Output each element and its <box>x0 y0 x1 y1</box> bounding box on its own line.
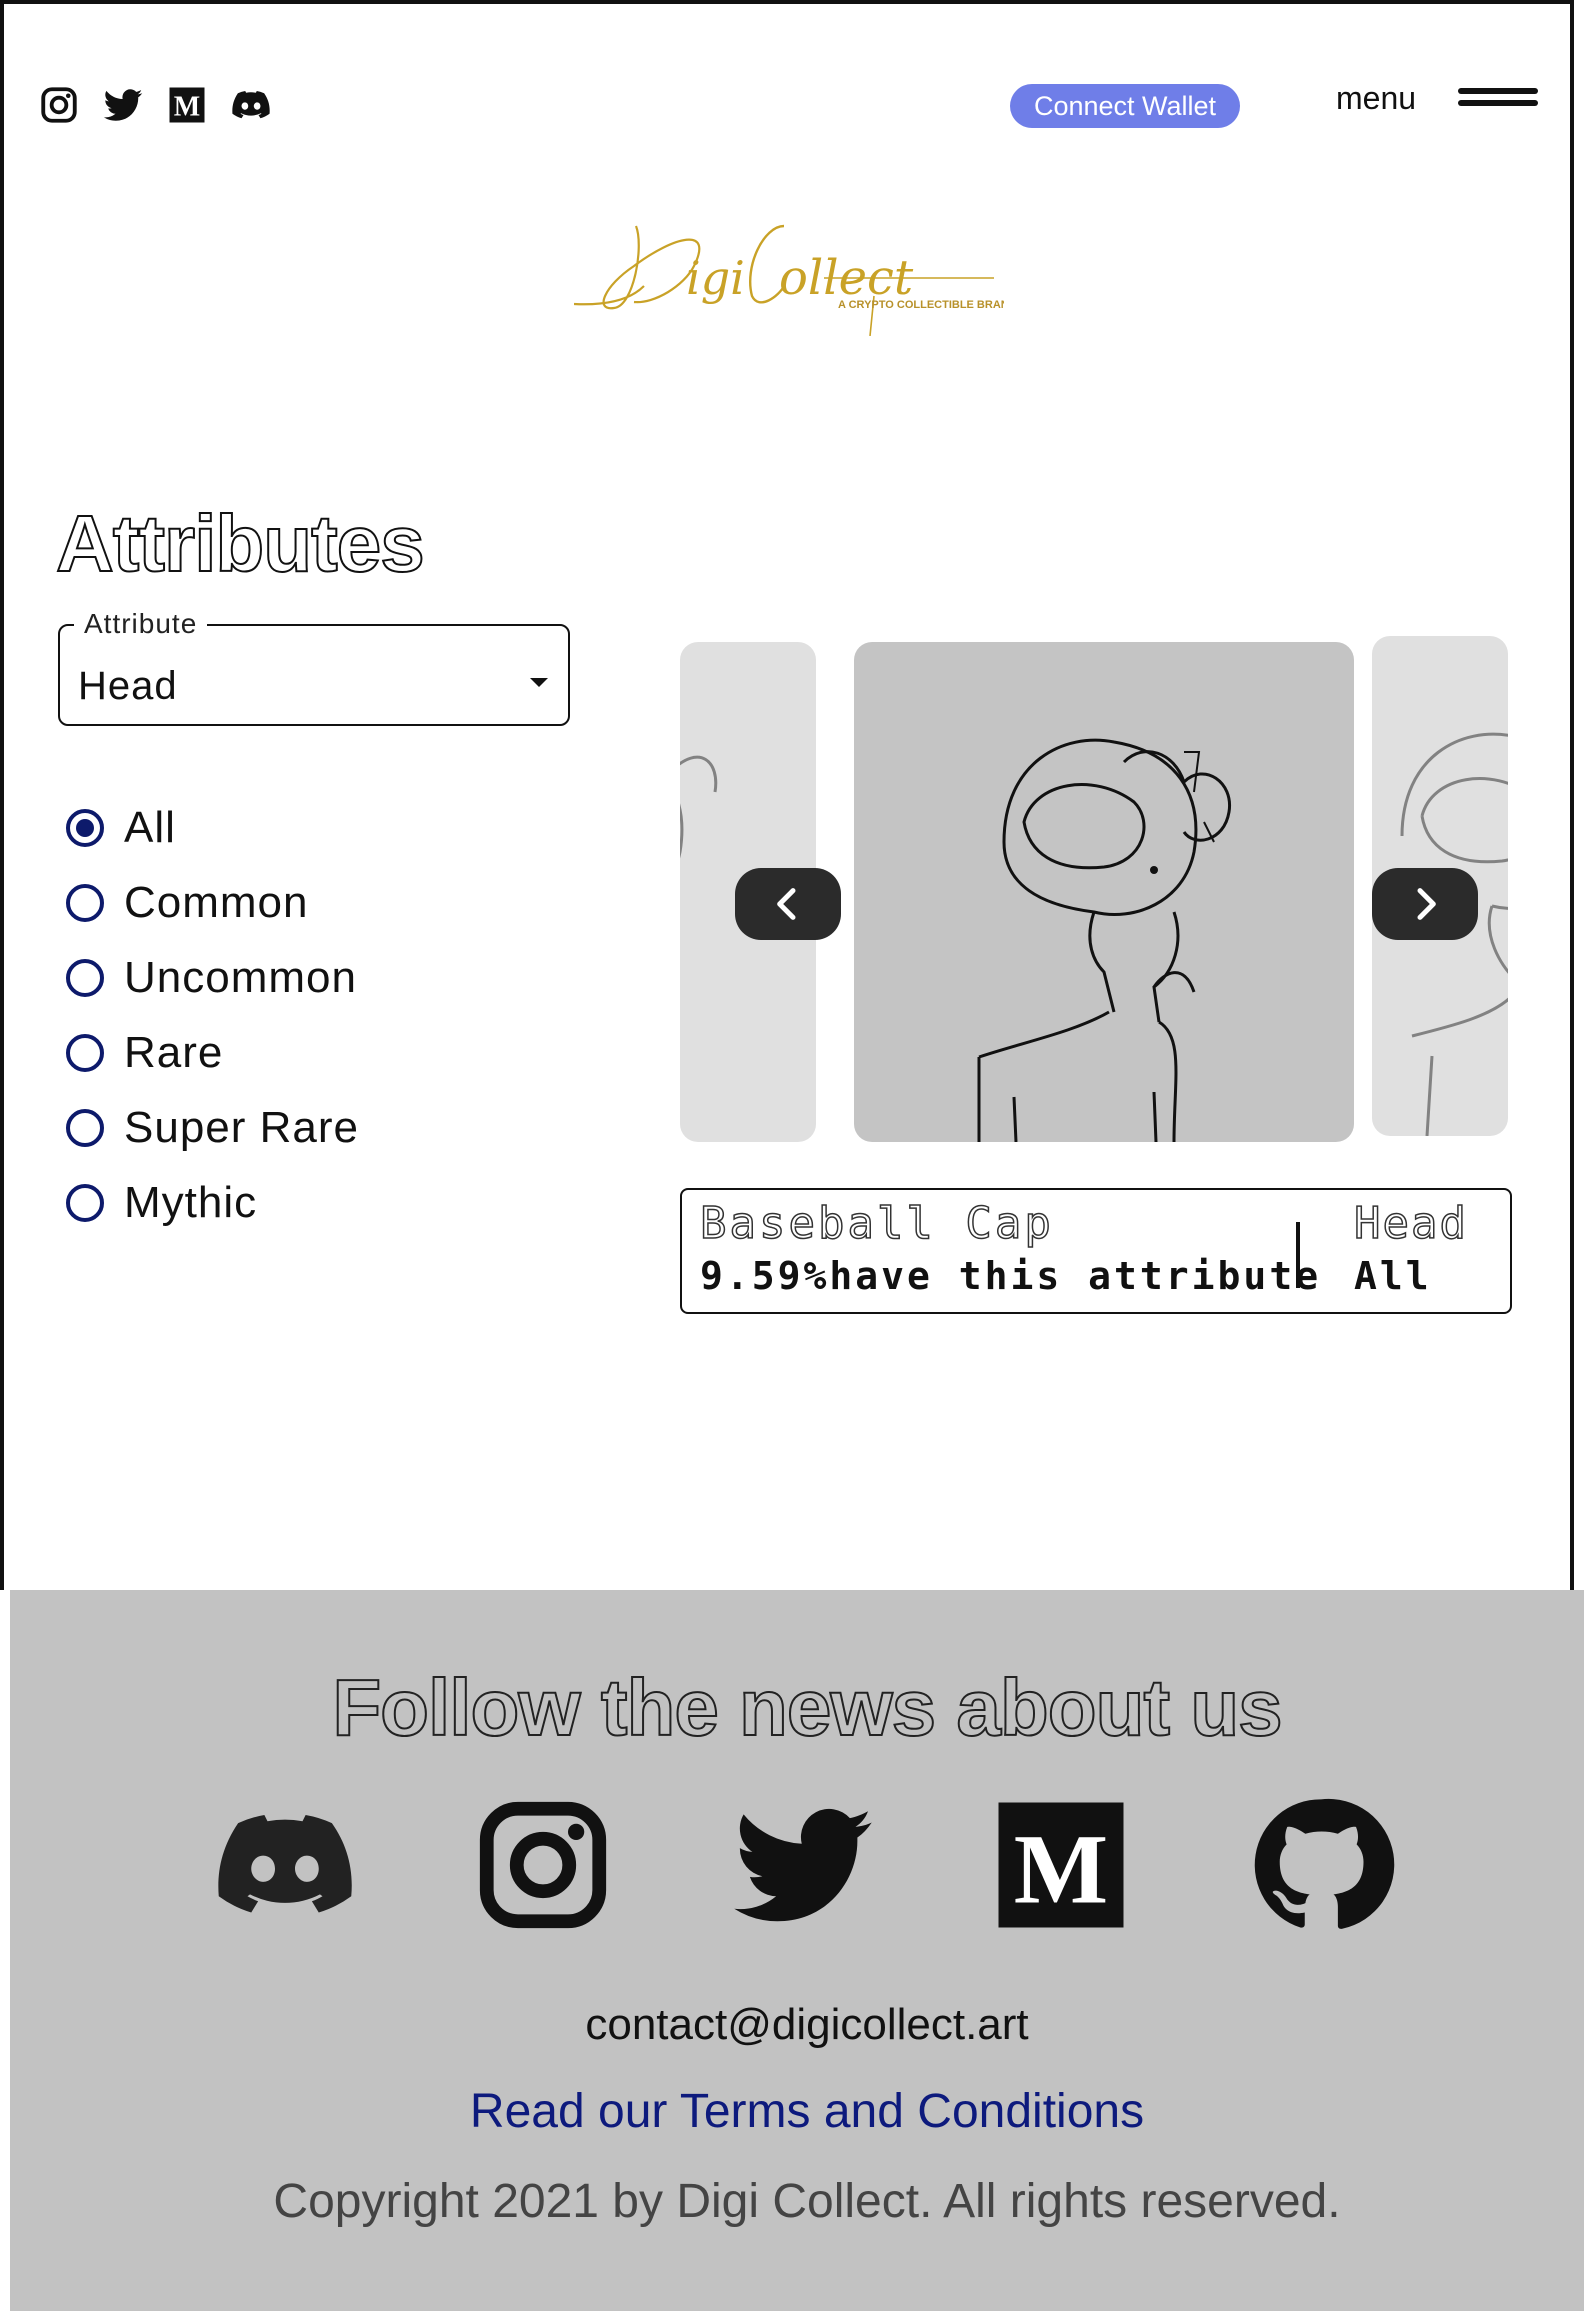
connect-wallet-button[interactable]: Connect Wallet <box>1010 84 1240 128</box>
hamburger-menu-icon[interactable] <box>1458 88 1538 110</box>
attribute-select-legend: Attribute <box>74 608 208 640</box>
discord-icon[interactable] <box>210 1790 360 1940</box>
footer: Follow the news about us M contact@digic… <box>10 1590 1584 2311</box>
rarity-option-all[interactable]: All <box>66 790 359 865</box>
copyright-text: Copyright 2021 by Digi Collect. All righ… <box>273 2175 1341 2228</box>
attribute-select[interactable]: Attribute Head <box>58 608 570 726</box>
github-icon[interactable] <box>1246 1790 1396 1940</box>
medium-icon[interactable]: M <box>986 1790 1136 1940</box>
rarity-option-super-rare[interactable]: Super Rare <box>66 1090 359 1165</box>
contact-email[interactable]: contact@digicollect.art <box>10 2000 1584 2050</box>
attribute-info-card: Baseball Cap 9.59%have this attribute He… <box>680 1188 1512 1314</box>
carousel-previous-button[interactable] <box>735 868 841 940</box>
discord-icon[interactable] <box>230 84 272 126</box>
rarity-label: All <box>124 802 176 852</box>
carousel-slide-current[interactable] <box>854 642 1354 1142</box>
radio-button[interactable] <box>66 1183 104 1222</box>
chevron-left-icon <box>777 888 796 920</box>
rarity-option-uncommon[interactable]: Uncommon <box>66 940 359 1015</box>
chevron-right-icon <box>1417 888 1436 920</box>
rarity-radio-group: All Common Uncommon Rare Super Rare Myth… <box>66 790 359 1240</box>
rarity-label: Uncommon <box>124 952 357 1002</box>
radio-button[interactable] <box>66 958 104 997</box>
attribute-category: Head <box>1353 1197 1468 1250</box>
info-divider <box>1296 1222 1300 1288</box>
svg-text:M: M <box>174 92 200 123</box>
rarity-label: Common <box>124 877 309 927</box>
attributes-title: Attributes <box>55 498 426 589</box>
attribute-select-value: Head <box>78 664 178 708</box>
header: M Connect Wallet menu igi ollect A CRYPT… <box>0 0 1584 420</box>
caret-down-icon <box>530 678 548 687</box>
rarity-label: Super Rare <box>124 1102 360 1152</box>
logo-tagline: A CRYPTO COLLECTIBLE BRAND <box>838 299 1004 311</box>
twitter-icon[interactable] <box>728 1790 878 1940</box>
svg-text:igi: igi <box>686 251 745 305</box>
rarity-label: Mythic <box>124 1177 258 1227</box>
rarity-option-rare[interactable]: Rare <box>66 1015 359 1090</box>
footer-social-links: M <box>210 1790 1410 1940</box>
rarity-option-mythic[interactable]: Mythic <box>66 1165 359 1240</box>
follow-title: Follow the news about us <box>331 1662 1283 1753</box>
instagram-icon[interactable] <box>38 84 80 126</box>
rarity-option-common[interactable]: Common <box>66 865 359 940</box>
rarity-label: Rare <box>124 1027 224 1077</box>
radio-button[interactable] <box>66 1033 104 1072</box>
digicollect-logo[interactable]: igi ollect A CRYPTO COLLECTIBLE BRAND <box>573 186 1017 337</box>
twitter-icon[interactable] <box>102 84 144 126</box>
attribute-name: Baseball Cap <box>699 1197 1054 1250</box>
terms-link[interactable]: Read our Terms and Conditions <box>10 2084 1584 2139</box>
carousel-next-button[interactable] <box>1372 868 1478 940</box>
header-social-links: M <box>38 84 272 126</box>
svg-text:M: M <box>1014 1814 1108 1925</box>
instagram-icon[interactable] <box>468 1790 618 1940</box>
radio-button[interactable] <box>66 808 104 847</box>
medium-icon[interactable]: M <box>166 84 208 126</box>
menu-label[interactable]: menu <box>1336 80 1416 117</box>
attribute-percentage: 9.59%have this attribute <box>700 1254 1322 1298</box>
radio-button[interactable] <box>66 883 104 922</box>
radio-button[interactable] <box>66 1108 104 1147</box>
attribute-rarity: All <box>1354 1254 1432 1298</box>
